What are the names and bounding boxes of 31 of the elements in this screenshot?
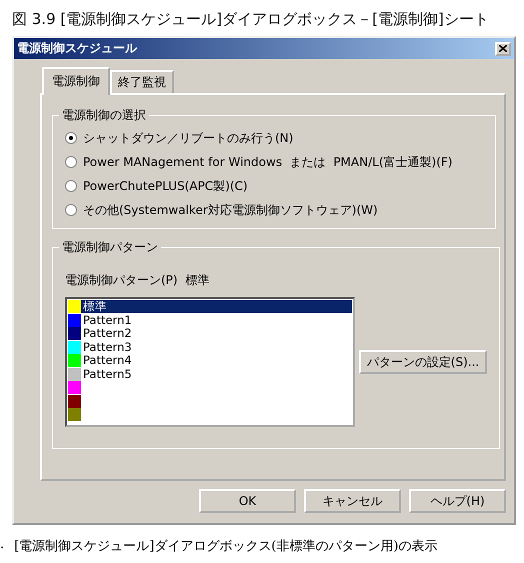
dialog-button[interactable]: OK — [199, 489, 296, 513]
option-label[interactable]: その他(Systemwalker対応電源制御ソフトウェア)(W) — [83, 202, 378, 218]
close-icon — [499, 45, 507, 52]
list-item[interactable]: 標準 — [81, 300, 352, 314]
list-item[interactable]: Pattern5 — [81, 368, 352, 381]
dialog-button[interactable]: キャンセル — [304, 489, 401, 513]
option-label[interactable]: Power MANagement for Windows または PMAN/L(富士通製)(F) — [83, 154, 452, 170]
tab[interactable]: 電源制御 — [42, 67, 110, 95]
list-item[interactable]: Pattern1 — [81, 314, 352, 327]
close-button[interactable] — [495, 42, 511, 56]
figure-caption: 図 3.9 [電源制御スケジュール]ダイアログボックス－[電源制御]シート — [12, 10, 490, 30]
pattern-list[interactable]: 標準 Pattern1 Pattern2 Pattern3 Pattern4 Pattern5 — [65, 297, 355, 427]
field-label: 電源制御パターン(P) — [65, 272, 178, 289]
list-marker: . — [0, 537, 4, 554]
option-label[interactable]: PowerChutePLUS(APC製)(C) — [83, 178, 248, 194]
list-item[interactable]: Pattern2 — [81, 327, 352, 340]
list-item[interactable]: Pattern4 — [81, 354, 352, 368]
current-pattern: 標準 — [186, 272, 210, 289]
dialog-button[interactable]: ヘルプ(H) — [409, 489, 506, 513]
group-title: 電源制御パターン — [61, 239, 159, 256]
window-title: 電源制御スケジュール — [17, 40, 137, 57]
group-title: 電源制御の選択 — [61, 107, 147, 124]
radio-button[interactable] — [65, 132, 77, 144]
radio-button[interactable] — [65, 156, 77, 168]
option-label[interactable]: シャットダウン／リブートのみ行う(N) — [83, 130, 294, 146]
section-heading: [電源制御スケジュール]ダイアログボックス(非標準のパターン用)の表示 — [14, 538, 438, 555]
radio-button[interactable] — [65, 204, 77, 216]
radio-button[interactable] — [65, 180, 77, 192]
list-item[interactable]: Pattern3 — [81, 340, 352, 354]
tab[interactable]: 終了監視 — [110, 70, 174, 93]
pattern-settings-button[interactable]: パターンの設定(S)... — [359, 350, 487, 374]
